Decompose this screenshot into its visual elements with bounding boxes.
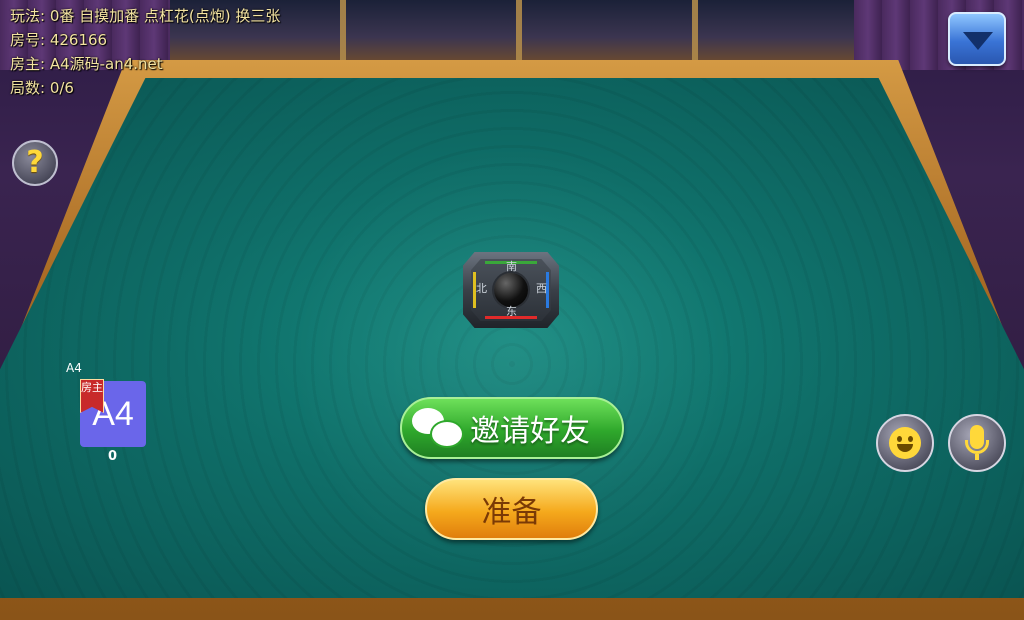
player-score: 0 xyxy=(108,449,118,464)
voice-button[interactable] xyxy=(948,414,1006,472)
room-host: 房主: A4源码-an4.net xyxy=(10,55,163,73)
help-button[interactable]: ? xyxy=(12,140,58,186)
menu-button[interactable] xyxy=(948,12,1006,66)
chevron-down-icon xyxy=(963,32,993,50)
direction-compass: 南 东 北 西 xyxy=(463,252,559,328)
rules-text: 玩法: 0番 自摸加番 点杠花(点炮) 换三张 xyxy=(10,7,281,25)
ready-label: 准备 xyxy=(481,495,542,530)
compass-label-top: 南 xyxy=(506,260,517,273)
ready-button[interactable]: 准备 xyxy=(425,478,598,540)
emoji-button[interactable] xyxy=(876,414,934,472)
compass-label-left: 北 xyxy=(476,282,487,295)
invite-label: 邀请好友 xyxy=(470,414,590,449)
invite-friends-button[interactable]: 邀请好友 xyxy=(400,397,624,459)
room-number: 房号: 426166 xyxy=(10,31,108,49)
round-count: 局数: 0/6 xyxy=(10,79,74,97)
question-icon: ? xyxy=(26,145,44,180)
compass-label-bottom: 东 xyxy=(506,305,517,318)
player-name: A4 xyxy=(66,361,82,375)
compass-center-ball xyxy=(494,273,528,307)
room-info: 玩法: 0番 自摸加番 点杠花(点炮) 换三张 房号: 426166 房主: A… xyxy=(10,4,280,100)
compass-label-right: 西 xyxy=(536,282,547,295)
wechat-icon xyxy=(410,404,468,452)
smiley-icon xyxy=(889,427,921,459)
